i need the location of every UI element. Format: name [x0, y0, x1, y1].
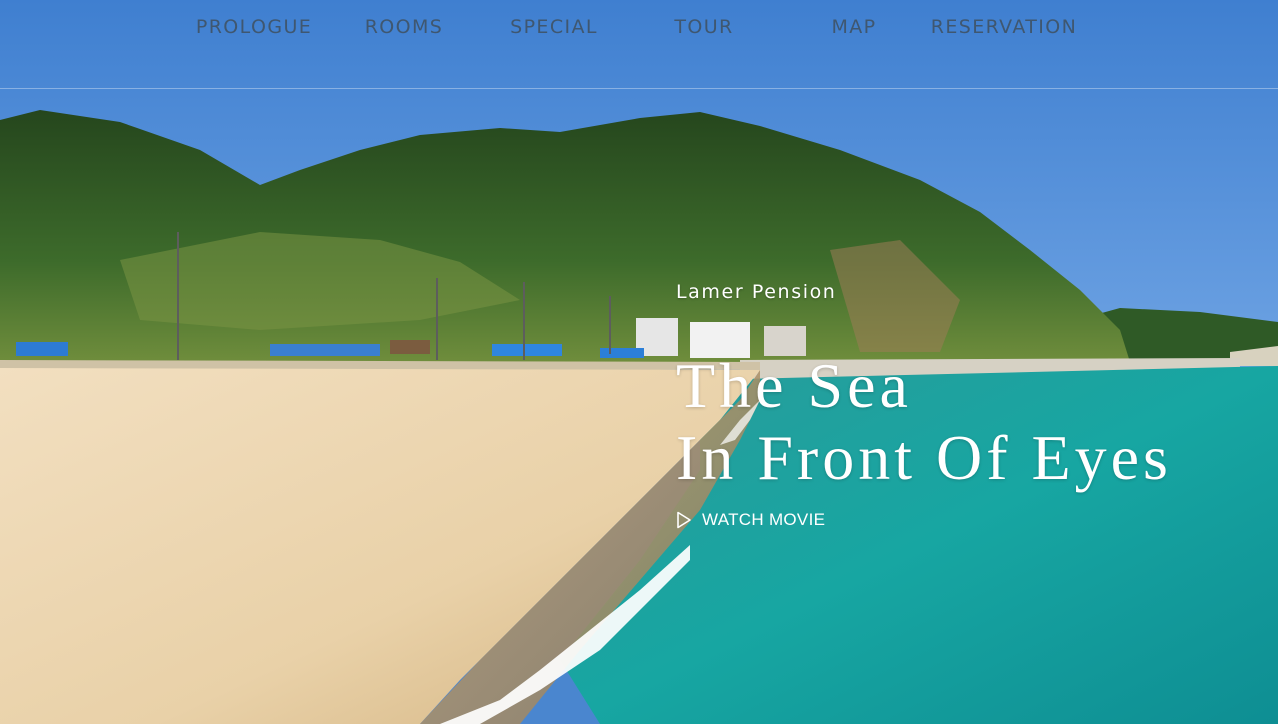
top-navigation: PROLOGUE ROOMS SPECIAL TOUR MAP RESERVAT… [0, 0, 1278, 89]
watch-movie-label: WATCH MOVIE [702, 510, 826, 529]
nav-item-prologue[interactable]: PROLOGUE [184, 15, 324, 39]
nav-item-special[interactable]: SPECIAL [484, 15, 624, 39]
hero-eyebrow: Lamer Pension [676, 281, 837, 303]
nav-item-rooms[interactable]: ROOMS [334, 15, 474, 39]
hero-headline-line-2: In Front Of Eyes [676, 422, 1172, 493]
play-icon [676, 511, 692, 529]
hero-headline: The Sea In Front Of Eyes [676, 350, 1236, 494]
nav-item-tour[interactable]: TOUR [634, 15, 774, 39]
nav-item-reservation[interactable]: RESERVATION [924, 15, 1084, 39]
nav-item-map[interactable]: MAP [784, 15, 924, 39]
hero-stage: PROLOGUE ROOMS SPECIAL TOUR MAP RESERVAT… [0, 0, 1278, 724]
hero-headline-line-1: The Sea [676, 350, 912, 421]
hero-copy: Lamer Pension The Sea In Front Of Eyes W… [676, 278, 1236, 533]
watch-movie-button[interactable]: WATCH MOVIE [676, 510, 825, 530]
